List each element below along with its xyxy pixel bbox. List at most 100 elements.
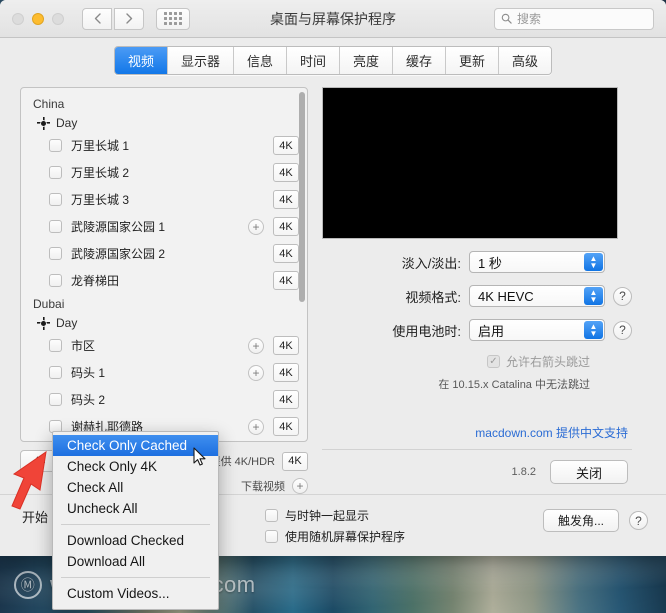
download-plus-icon[interactable]: + — [248, 218, 264, 235]
quality-badge: 4K — [273, 136, 299, 155]
close-dialog-button[interactable]: 关闭 — [550, 460, 628, 484]
item-checkbox[interactable] — [49, 193, 62, 206]
item-checkbox[interactable] — [49, 139, 62, 152]
maximize-button[interactable] — [52, 12, 64, 25]
download-plus-icon[interactable]: + — [248, 337, 264, 354]
section-label: Day — [56, 116, 78, 130]
item-trailing: + 4K — [248, 244, 299, 263]
random-screensaver-checkbox[interactable] — [265, 530, 278, 543]
search-field[interactable]: 搜索 — [494, 7, 654, 30]
fade-setting-row: 淡入/淡出: 1 秒 ▲▼ ? — [322, 251, 632, 273]
scrollbar-thumb[interactable] — [299, 92, 305, 302]
list-item[interactable]: 万里长城 3 + 4K — [21, 186, 307, 213]
nav-buttons — [82, 7, 144, 30]
video-preview[interactable] — [322, 87, 618, 239]
screensaver-options: 与时钟一起显示 使用随机屏幕保护程序 — [265, 505, 405, 547]
item-label: 市区 — [71, 339, 96, 353]
forward-button[interactable] — [114, 7, 144, 30]
tab-advanced[interactable]: 高级 — [499, 47, 552, 74]
list-item[interactable]: 武陵源国家公园 1 + 4K — [21, 213, 307, 240]
item-label: 龙脊梯田 — [71, 274, 120, 288]
item-label: 码头 1 — [71, 366, 106, 380]
menu-item-check-all[interactable]: Check All — [53, 477, 218, 498]
item-label: 武陵源国家公园 2 — [71, 247, 166, 261]
quality-badge: 4K — [273, 163, 299, 182]
tab-brightness[interactable]: 亮度 — [340, 47, 394, 74]
video-format-select[interactable]: 4K HEVC ▲ ▼ — [469, 285, 605, 307]
battery-help-button[interactable]: ? — [613, 320, 632, 340]
help-button[interactable]: ? — [629, 511, 648, 530]
tab-update[interactable]: 更新 — [446, 47, 500, 74]
download-plus-icon[interactable]: + — [248, 364, 264, 381]
item-checkbox[interactable] — [49, 393, 62, 406]
close-button[interactable] — [12, 12, 24, 25]
battery-row: 使用电池时: 启用 ▲ ▼ ? — [322, 319, 632, 341]
video-format-help-button[interactable]: ? — [613, 286, 632, 306]
quality-badge: 4K — [273, 417, 299, 436]
quality-badge: 4K — [273, 190, 299, 209]
red-arrow-icon — [11, 450, 47, 510]
list-item[interactable]: 码头 2 + 4K — [21, 386, 307, 413]
download-plus-icon[interactable]: + — [248, 418, 264, 435]
item-trailing: + 4K — [248, 363, 299, 382]
battery-select[interactable]: 启用 ▲ ▼ — [469, 319, 605, 341]
show-with-clock-checkbox[interactable] — [265, 509, 278, 522]
menu-item-download-all[interactable]: Download All — [53, 551, 218, 572]
menu-item-custom-videos[interactable]: Custom Videos... — [53, 583, 218, 604]
video-list-inner: China Day 万里长城 1 + 4K — [21, 88, 307, 441]
item-trailing: + 4K — [248, 163, 299, 182]
screen-root: Ⓜ www.MacDown.com — [0, 0, 666, 613]
tab-displays[interactable]: 显示器 — [167, 47, 234, 74]
item-label: 码头 2 — [71, 393, 106, 407]
download-plus-icon[interactable]: + — [292, 478, 308, 494]
video-format-label: 视频格式: — [405, 289, 461, 305]
grid-icon — [164, 12, 182, 25]
sun-icon — [37, 317, 50, 330]
random-screensaver-row[interactable]: 使用随机屏幕保护程序 — [265, 526, 405, 547]
menu-item-download-checked[interactable]: Download Checked — [53, 530, 218, 551]
video-format-value: 4K HEVC — [478, 288, 534, 304]
fade-select[interactable]: 1 秒 ▲ ▼ — [469, 251, 605, 273]
minimize-button[interactable] — [32, 12, 44, 25]
item-trailing: + 4K — [248, 190, 299, 209]
section-header-dubai-day: Day — [21, 313, 307, 332]
video-list[interactable]: China Day 万里长城 1 + 4K — [20, 87, 308, 442]
fade-value: 1 秒 — [478, 255, 502, 271]
list-scrollbar[interactable] — [299, 92, 305, 437]
show-with-clock-row[interactable]: 与时钟一起显示 — [265, 505, 405, 526]
item-checkbox[interactable] — [49, 274, 62, 287]
back-button[interactable] — [82, 7, 112, 30]
item-checkbox[interactable] — [49, 247, 62, 260]
fade-label: 淡入/淡出: — [401, 255, 461, 271]
show-with-clock-label: 与时钟一起显示 — [285, 509, 370, 523]
item-checkbox[interactable] — [49, 220, 62, 233]
list-item[interactable]: 龙脊梯田 + 4K — [21, 267, 307, 294]
list-item[interactable]: 武陵源国家公园 2 + 4K — [21, 240, 307, 267]
section-header-china-day: Day — [21, 113, 307, 132]
item-checkbox[interactable] — [49, 339, 62, 352]
tab-time[interactable]: 时间 — [286, 47, 340, 74]
item-checkbox[interactable] — [49, 366, 62, 379]
credit-link[interactable]: macdown.com 提供中文支持 — [322, 424, 632, 441]
skip-checkbox[interactable]: ✓ — [486, 355, 500, 368]
item-trailing: + 4K — [248, 417, 299, 436]
tab-video[interactable]: 视频 — [114, 47, 168, 74]
bottom-actions: 触发角... ? — [543, 509, 648, 532]
menu-item-uncheck-all[interactable]: Uncheck All — [53, 498, 218, 519]
quality-badge: 4K — [273, 390, 299, 409]
item-checkbox[interactable] — [49, 166, 62, 179]
list-item[interactable]: 市区 + 4K — [21, 332, 307, 359]
tab-cache[interactable]: 缓存 — [393, 47, 447, 74]
tab-info[interactable]: 信息 — [233, 47, 287, 74]
list-item[interactable]: 码头 1 + 4K — [21, 359, 307, 386]
list-item[interactable]: 万里长城 1 + 4K — [21, 132, 307, 159]
prefpane-content: 视频 显示器 信息 时间 亮度 缓存 更新 高级 China Day 万里长城 … — [12, 38, 654, 494]
show-all-button[interactable] — [156, 7, 190, 30]
list-item[interactable]: 万里长城 2 + 4K — [21, 159, 307, 186]
quality-badge: 4K — [273, 271, 299, 290]
hot-corners-button[interactable]: 触发角... — [543, 509, 619, 532]
quality-badge: 4K — [273, 244, 299, 263]
hdr-label: 提供 4K/HDR — [209, 456, 275, 468]
mouse-cursor — [193, 447, 206, 466]
hdr-quality-badge: 4K — [282, 451, 308, 471]
